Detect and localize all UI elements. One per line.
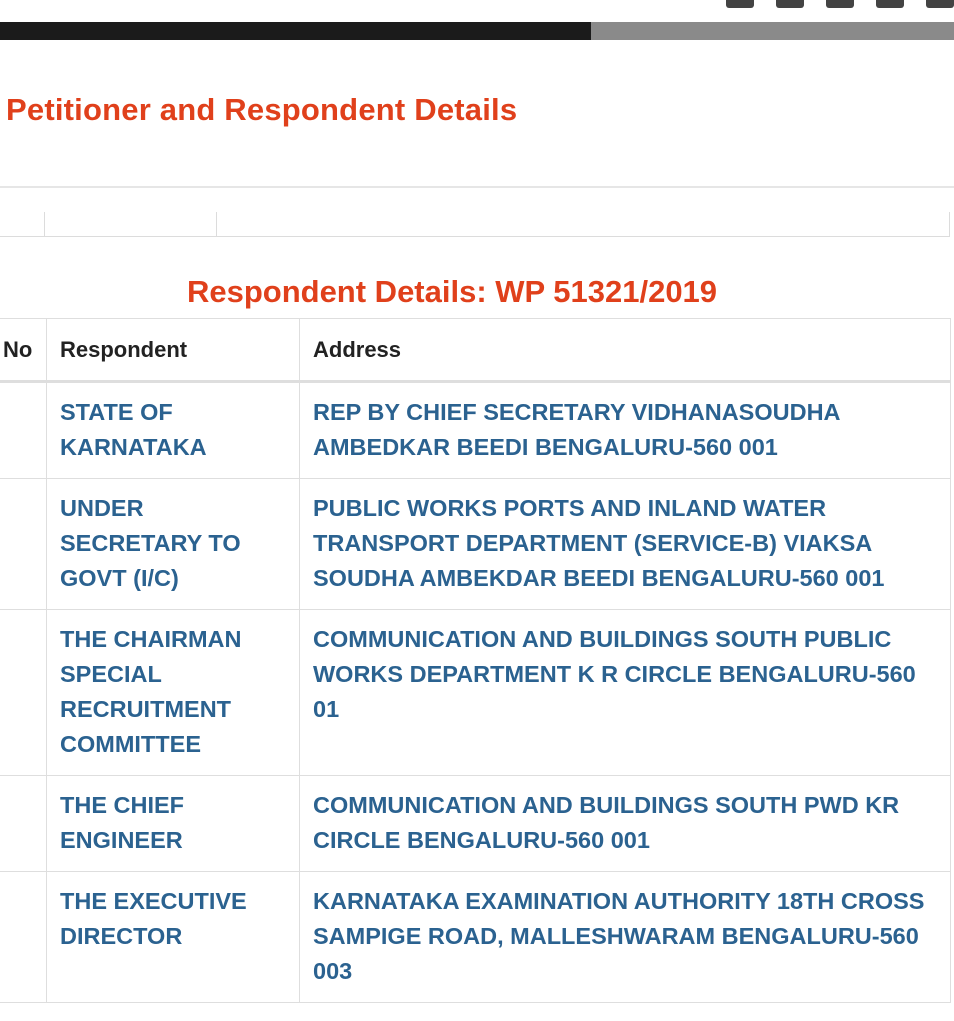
row-number (0, 478, 47, 610)
respondent-table: No Respondent Address STATE OF KARNATAKA… (0, 318, 951, 1003)
column-divider (216, 212, 217, 236)
respondent-name[interactable]: THE EXECUTIVE DIRECTOR (46, 871, 300, 1003)
table-header-row: No Respondent Address (0, 318, 951, 383)
column-divider (44, 212, 45, 236)
table-row: THE CHAIRMAN SPECIAL RECRUITMENT COMMITT… (0, 609, 951, 776)
header-address: Address (299, 318, 951, 383)
battery-icon (926, 0, 954, 8)
sim-icon (826, 0, 854, 8)
respondent-address[interactable]: PUBLIC WORKS PORTS AND INLAND WATER TRAN… (299, 478, 951, 610)
respondent-address[interactable]: REP BY CHIEF SECRETARY VIDHANASOUDHA AMB… (299, 381, 951, 479)
alarm-icon (776, 0, 804, 8)
status-icons (726, 0, 954, 10)
row-number (0, 609, 47, 776)
respondent-name[interactable]: STATE OF KARNATAKA (46, 381, 300, 479)
respondent-address[interactable]: KARNATAKA EXAMINATION AUTHORITY 18TH CRO… (299, 871, 951, 1003)
section-title: Petitioner and Respondent Details (6, 92, 518, 127)
row-number (0, 381, 47, 479)
row-number (0, 871, 47, 1003)
signal-icon (876, 0, 904, 8)
progress-fill (0, 22, 592, 40)
column-divider (949, 212, 950, 236)
page-load-progress (0, 22, 954, 40)
progress-track (591, 22, 954, 40)
header-respondent: Respondent (46, 318, 300, 383)
notification-icon (726, 0, 754, 8)
respondent-name[interactable]: THE CHAIRMAN SPECIAL RECRUITMENT COMMITT… (46, 609, 300, 776)
row-number (0, 775, 47, 872)
table-row: STATE OF KARNATAKA REP BY CHIEF SECRETAR… (0, 381, 951, 479)
divider (0, 186, 954, 188)
table-row: THE CHIEF ENGINEER COMMUNICATION AND BUI… (0, 775, 951, 872)
respondent-address[interactable]: COMMUNICATION AND BUILDINGS SOUTH PUBLIC… (299, 609, 951, 776)
respondent-name[interactable]: THE CHIEF ENGINEER (46, 775, 300, 872)
header-no: No (0, 318, 47, 383)
respondent-address[interactable]: COMMUNICATION AND BUILDINGS SOUTH PWD KR… (299, 775, 951, 872)
table-row: THE EXECUTIVE DIRECTOR KARNATAKA EXAMINA… (0, 871, 951, 1003)
petitioner-table-remnant (0, 212, 950, 237)
respondent-details-title: Respondent Details: WP 51321/2019 (186, 274, 718, 309)
respondent-name[interactable]: UNDER SECRETARY TO GOVT (I/C) (46, 478, 300, 610)
table-row: UNDER SECRETARY TO GOVT (I/C) PUBLIC WOR… (0, 478, 951, 610)
status-bar (0, 0, 954, 22)
